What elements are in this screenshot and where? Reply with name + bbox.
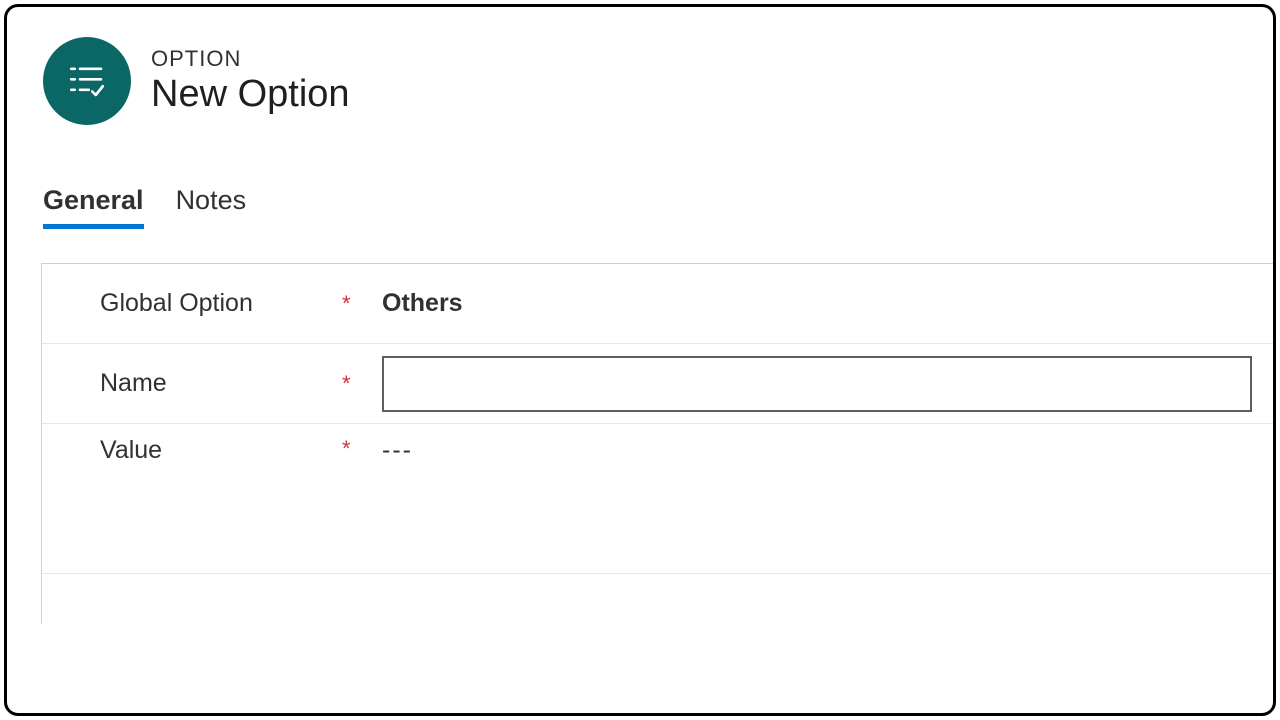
global-option-value-text: Others	[382, 289, 463, 318]
global-option-label: Global Option	[100, 289, 342, 318]
field-row-name: Name *	[42, 344, 1276, 424]
required-indicator: *	[342, 291, 382, 317]
required-indicator: *	[342, 371, 382, 397]
page-title: New Option	[151, 74, 350, 116]
option-list-icon	[43, 37, 131, 125]
value-placeholder: ---	[382, 436, 413, 465]
required-indicator: *	[342, 436, 382, 462]
name-value-cell	[382, 356, 1276, 412]
global-option-value[interactable]: Others	[382, 289, 1276, 318]
name-input[interactable]	[382, 356, 1252, 412]
field-row-value: Value * ---	[42, 424, 1276, 574]
tab-notes[interactable]: Notes	[176, 185, 247, 229]
form-frame: OPTION New Option General Notes Global O…	[4, 4, 1276, 716]
value-value-cell[interactable]: ---	[382, 436, 1276, 465]
tab-general[interactable]: General	[43, 185, 144, 229]
general-form-panel: Global Option * Others Name * Value * --…	[41, 263, 1276, 624]
value-label: Value	[100, 436, 342, 465]
tab-bar: General Notes	[7, 125, 1273, 229]
field-row-global-option: Global Option * Others	[42, 264, 1276, 344]
header-text-block: OPTION New Option	[151, 46, 350, 116]
name-label: Name	[100, 369, 342, 398]
panel-footer-row	[42, 574, 1276, 624]
form-header: OPTION New Option	[7, 7, 1273, 125]
entity-type-label: OPTION	[151, 46, 350, 72]
